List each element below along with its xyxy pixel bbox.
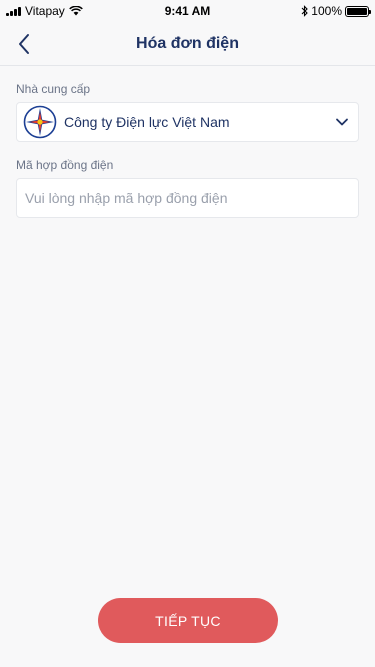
contract-code-input[interactable] <box>16 178 359 218</box>
wifi-icon <box>68 6 83 16</box>
back-button[interactable] <box>8 28 40 60</box>
chevron-down-icon <box>336 118 348 126</box>
provider-select[interactable]: Công ty Điện lực Việt Nam <box>16 102 359 142</box>
page-title: Hóa đơn điện <box>136 34 239 52</box>
provider-label: Nhà cung cấp <box>16 82 91 96</box>
chevron-left-icon <box>19 34 29 54</box>
battery-percent: 100% <box>311 4 342 18</box>
status-bar: Vitapay 9:41 AM 100% <box>0 0 375 22</box>
status-bar-left: Vitapay <box>6 4 83 18</box>
signal-icon <box>6 6 21 16</box>
contract-label: Mã hợp đồng điện <box>16 158 114 172</box>
nav-bar: Hóa đơn điện <box>0 22 375 66</box>
evn-logo-icon <box>23 105 57 139</box>
bluetooth-icon <box>301 5 309 17</box>
status-bar-right: 100% <box>301 4 371 18</box>
provider-selected-value: Công ty Điện lực Việt Nam <box>64 114 230 130</box>
battery-icon <box>345 5 371 17</box>
bill-form: Nhà cung cấp Công ty Điện lực Việt Nam M… <box>16 66 359 218</box>
carrier-name: Vitapay <box>25 4 65 18</box>
continue-button[interactable]: TIẾP TỤC <box>98 598 278 643</box>
